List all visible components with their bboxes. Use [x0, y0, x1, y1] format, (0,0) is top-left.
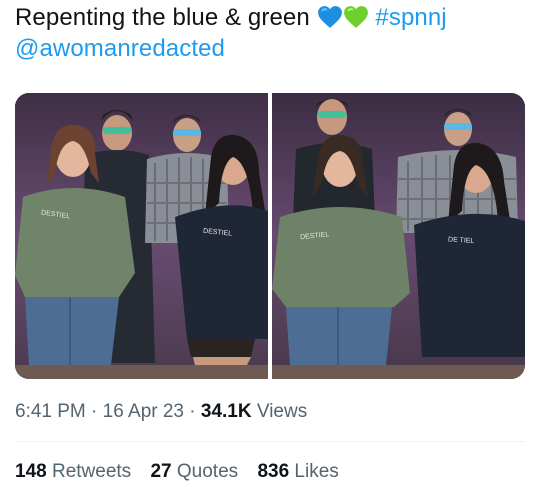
tweet: Repenting the blue & green #spnnj @awoma… [0, 0, 540, 487]
tweet-time[interactable]: 6:41 PM [15, 401, 86, 422]
retweets-count: 148 [15, 461, 47, 482]
retweets-label: Retweets [51, 461, 132, 482]
hashtag-link[interactable]: #spnnj [375, 4, 446, 31]
mention-link[interactable]: @awomanredacted [15, 35, 225, 62]
meta-separator: · [189, 401, 196, 422]
likes-label: Likes [294, 461, 339, 482]
retweets-stat[interactable]: 148 Retweets [15, 461, 136, 482]
tweet-text-body: Repenting the blue & green [15, 4, 310, 31]
likes-stat[interactable]: 836 Likes [257, 461, 338, 482]
tweet-text-line-2: @awomanredacted [15, 33, 530, 64]
tweet-stats: 148 Retweets 27 Quotes 836 Likes [15, 461, 353, 483]
tweet-text: Repenting the blue & green #spnnj @awoma… [15, 2, 530, 64]
media-grid: DESTIEL DESTIEL DESTIEL DE TIEL [15, 93, 525, 379]
likes-count: 836 [257, 461, 290, 482]
photo-2[interactable]: DESTIEL DE TIEL [272, 93, 525, 379]
photo-1-illustration: DESTIEL DESTIEL [15, 93, 268, 379]
blue-heart-icon [317, 6, 342, 28]
tweet-meta: 6:41 PM · 16 Apr 23 · 34.1K Views [15, 401, 307, 423]
green-heart-icon [343, 6, 368, 28]
photo-1[interactable]: DESTIEL DESTIEL [15, 93, 268, 379]
views-label: Views [256, 401, 308, 422]
photo-2-illustration: DESTIEL DE TIEL [272, 93, 525, 379]
meta-separator: · [91, 401, 98, 422]
tweet-date[interactable]: 16 Apr 23 [103, 401, 184, 422]
tweet-text-line-1: Repenting the blue & green #spnnj [15, 2, 530, 33]
views-count: 34.1K [200, 401, 252, 422]
quotes-label: Quotes [176, 461, 239, 482]
quotes-stat[interactable]: 27 Quotes [150, 461, 243, 482]
divider [15, 441, 525, 442]
quotes-count: 27 [150, 461, 172, 482]
